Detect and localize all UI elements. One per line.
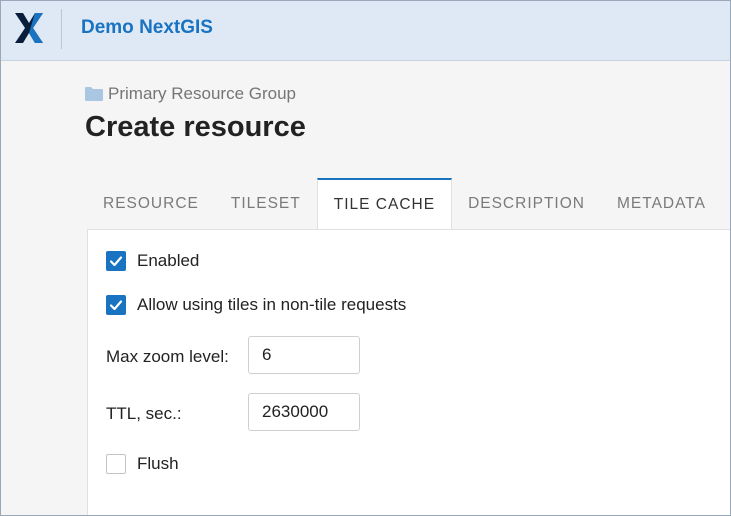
header-divider [61, 9, 62, 49]
flush-row[interactable]: Flush [106, 454, 179, 474]
ttl-label: TTL, sec.: [106, 404, 182, 423]
tile-cache-panel: Enabled Allow using tiles in non-tile re… [87, 229, 730, 515]
enabled-row[interactable]: Enabled [106, 251, 199, 271]
folder-icon [85, 87, 103, 101]
nextgis-x-logo-icon[interactable] [13, 11, 45, 45]
breadcrumb[interactable]: Primary Resource Group [85, 84, 296, 104]
breadcrumb-label[interactable]: Primary Resource Group [108, 84, 296, 104]
check-icon [109, 300, 123, 311]
tab-tileset[interactable]: TILESET [215, 178, 317, 229]
flush-checkbox[interactable] [106, 454, 126, 474]
ttl-input[interactable] [248, 393, 360, 431]
tab-bar: RESOURCE TILESET TILE CACHE DESCRIPTION … [87, 178, 730, 229]
check-icon [109, 256, 123, 267]
tab-resource[interactable]: RESOURCE [87, 178, 215, 229]
app-title[interactable]: Demo NextGIS [81, 17, 213, 39]
app-window: Demo NextGIS Primary Resource Group Crea… [0, 0, 731, 516]
enabled-checkbox[interactable] [106, 251, 126, 271]
allow-tiles-label: Allow using tiles in non-tile requests [137, 295, 407, 314]
flush-label: Flush [137, 454, 179, 473]
max-zoom-label: Max zoom level: [106, 347, 229, 366]
page-title: Create resource [85, 111, 306, 143]
tab-description[interactable]: DESCRIPTION [452, 178, 601, 229]
allow-tiles-row[interactable]: Allow using tiles in non-tile requests [106, 295, 406, 315]
enabled-label: Enabled [137, 251, 200, 270]
allow-tiles-checkbox[interactable] [106, 295, 126, 315]
max-zoom-input[interactable] [248, 336, 360, 374]
tab-metadata[interactable]: METADATA [601, 178, 722, 229]
header: Demo NextGIS [1, 1, 730, 61]
tab-tile-cache[interactable]: TILE CACHE [316, 178, 453, 229]
